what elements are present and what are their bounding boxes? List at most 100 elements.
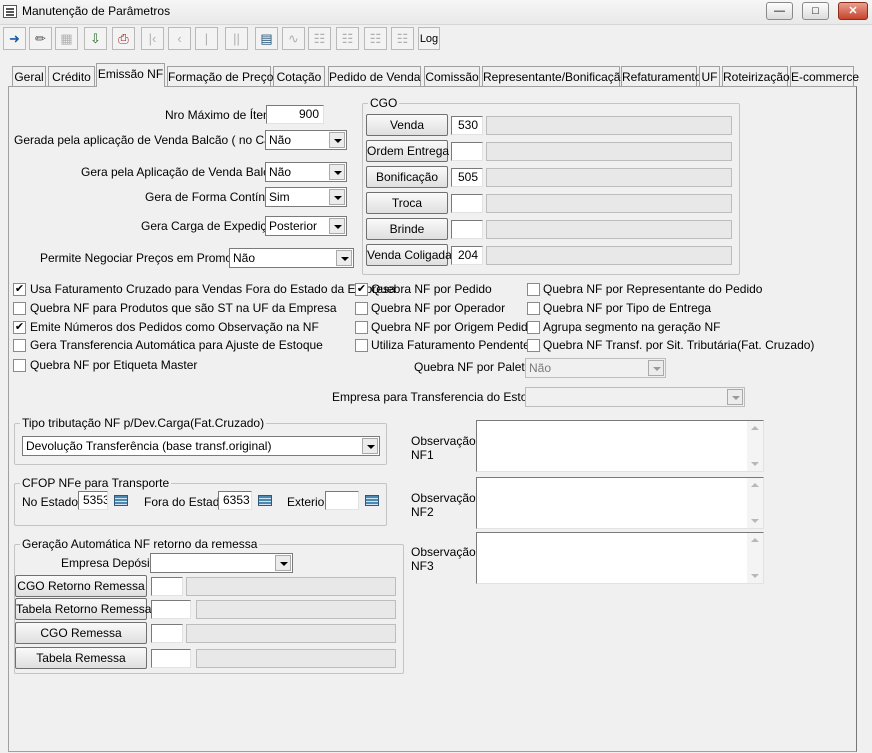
tipo-tributacao-select[interactable]: Devolução Transferência (base transf.ori… [22,436,380,456]
tab-representante-bonificacao[interactable]: Representante/Bonificação [482,66,627,86]
chevron-down-icon[interactable] [727,389,743,405]
chevron-down-icon[interactable] [329,164,345,180]
cgo-remessa-button[interactable]: CGO Remessa [15,622,147,644]
lookup-table-icon[interactable] [362,492,382,510]
cfop-fora-estado-label: Fora do Estado [144,495,227,509]
checkbox[interactable]: ✔ [355,283,368,296]
eraser-icon[interactable]: ✏ [29,27,52,50]
observacao-nf2-label: Observação NF2 [411,491,476,519]
quebra-palete-select[interactable]: Não [525,358,666,378]
chevron-down-icon[interactable] [329,189,345,205]
cgo-venda-coligada-button[interactable]: Venda Coligada [366,244,452,266]
exit-icon[interactable]: ➜ [3,27,26,50]
cgo-retorno-remessa-code[interactable] [151,577,183,596]
observacao-nf1-textarea[interactable] [476,420,764,472]
tabela-remessa-button[interactable]: Tabela Remessa [15,647,147,669]
chevron-down-icon[interactable] [336,250,352,266]
checkbox[interactable] [355,302,368,315]
first-record-icon[interactable]: |‹ [141,27,164,50]
tabela-retorno-remessa-code[interactable] [151,600,191,619]
checkbox[interactable] [13,359,26,372]
tab-formacao-preco[interactable]: Formação de Preço [167,66,273,86]
observacao-nf2-textarea[interactable] [476,477,764,529]
close-button[interactable]: ✕ [838,2,868,20]
cgo-ordem-entrega-code[interactable] [451,142,483,161]
gerada-venda-balcao-select[interactable]: Não [265,130,347,150]
tabela-remessa-code[interactable] [151,649,191,668]
chevron-down-icon[interactable] [362,438,378,454]
observacao-nf3-textarea[interactable] [476,532,764,584]
table-icon[interactable]: ☷ [308,27,331,50]
checkbox[interactable] [355,321,368,334]
checkbox[interactable]: ✔ [13,283,26,296]
tab-uf[interactable]: UF [699,66,720,86]
chevron-down-icon[interactable] [275,555,291,571]
tab-geral[interactable]: Geral [12,66,46,86]
gera-forma-continua-select[interactable]: Sim [265,187,347,207]
lookup-table-icon[interactable] [255,492,275,510]
checkbox[interactable] [13,339,26,352]
empresa-transferencia-select[interactable] [525,387,745,407]
gera-carga-expedicao-select[interactable]: Posterior [265,216,347,236]
cgo-retorno-remessa-button[interactable]: CGO Retorno Remessa [15,575,147,597]
log-button[interactable]: Log [418,27,440,50]
cgo-venda-code[interactable]: 530 [451,116,483,135]
chevron-down-icon[interactable] [329,132,345,148]
previous-icon[interactable]: ‹ [168,27,191,50]
empresa-deposito-select[interactable] [150,553,293,573]
cfop-exterior-input[interactable] [325,491,359,510]
export-icon[interactable]: ☷ [391,27,414,50]
checkbox[interactable]: ✔ [13,321,26,334]
tabela-remessa-desc [196,649,396,668]
checkbox-label: Quebra NF por Origem Pedido [371,320,535,334]
cgo-troca-button[interactable]: Troca [366,192,448,214]
pause-icon[interactable]: || [225,27,248,50]
checkbox[interactable] [527,321,540,334]
cgo-bonificacao-button[interactable]: Bonificação [366,166,448,188]
tab-emissao-nf[interactable]: Emissão NF [96,63,165,87]
tree-icon[interactable]: ▦ [55,27,78,50]
tab-roteirizacao[interactable]: Roteirização [722,66,790,86]
checkbox[interactable] [527,283,540,296]
grid-icon[interactable]: ▤ [255,27,278,50]
scrollbar[interactable] [747,533,763,583]
cgo-venda-button[interactable]: Venda [366,114,448,136]
cgo-brinde-code[interactable] [451,220,483,239]
maximize-button[interactable]: □ [802,2,829,20]
chevron-down-icon[interactable] [329,218,345,234]
tabela-retorno-remessa-button[interactable]: Tabela Retorno Remessa [15,598,151,620]
permite-negociar-precos-select[interactable]: Não [229,248,354,268]
tab-cotacao[interactable]: Cotação [273,66,325,86]
cgo-troca-code[interactable] [451,194,483,213]
nro-maximo-itens-input[interactable]: 900 [266,105,324,124]
next-icon[interactable]: | [195,27,218,50]
tab-pedido-venda[interactable]: Pedido de Venda [328,66,421,86]
cfop-fora-estado-input[interactable]: 6353 [218,491,252,510]
cfop-no-estado-input[interactable]: 5353 [78,491,108,510]
checkbox[interactable] [527,339,540,352]
cgo-venda-coligada-code[interactable]: 204 [451,246,483,265]
cgo-brinde-button[interactable]: Brinde [366,218,448,240]
save-icon[interactable]: ⇩ [84,27,107,50]
scrollbar[interactable] [747,478,763,528]
tab-credito[interactable]: Crédito [48,66,95,86]
network-icon[interactable]: ☷ [364,27,387,50]
tab-comissao[interactable]: Comissão [424,66,480,86]
tab-ecommerce[interactable]: E-commerce [790,66,859,86]
minimize-button[interactable]: — [766,2,793,20]
cgo-bonificacao-code[interactable]: 505 [451,168,483,187]
cgo-group-title: CGO [368,96,400,110]
cgo-ordem-entrega-button[interactable]: Ordem Entrega [366,140,449,162]
chevron-down-icon[interactable] [648,360,664,376]
gera-aplicacao-venda-balcao-select[interactable]: Não [265,162,347,182]
chart-icon[interactable]: ∿ [282,27,305,50]
tab-refaturamento[interactable]: Refaturamento [621,66,701,86]
print-icon[interactable]: ⎙ [112,27,135,50]
lookup-table-icon[interactable] [111,492,131,510]
cgo-remessa-code[interactable] [151,624,183,643]
checkbox[interactable] [13,302,26,315]
table-alt-icon[interactable]: ☷ [336,27,359,50]
checkbox[interactable] [355,339,368,352]
checkbox[interactable] [527,302,540,315]
scrollbar[interactable] [747,421,763,471]
